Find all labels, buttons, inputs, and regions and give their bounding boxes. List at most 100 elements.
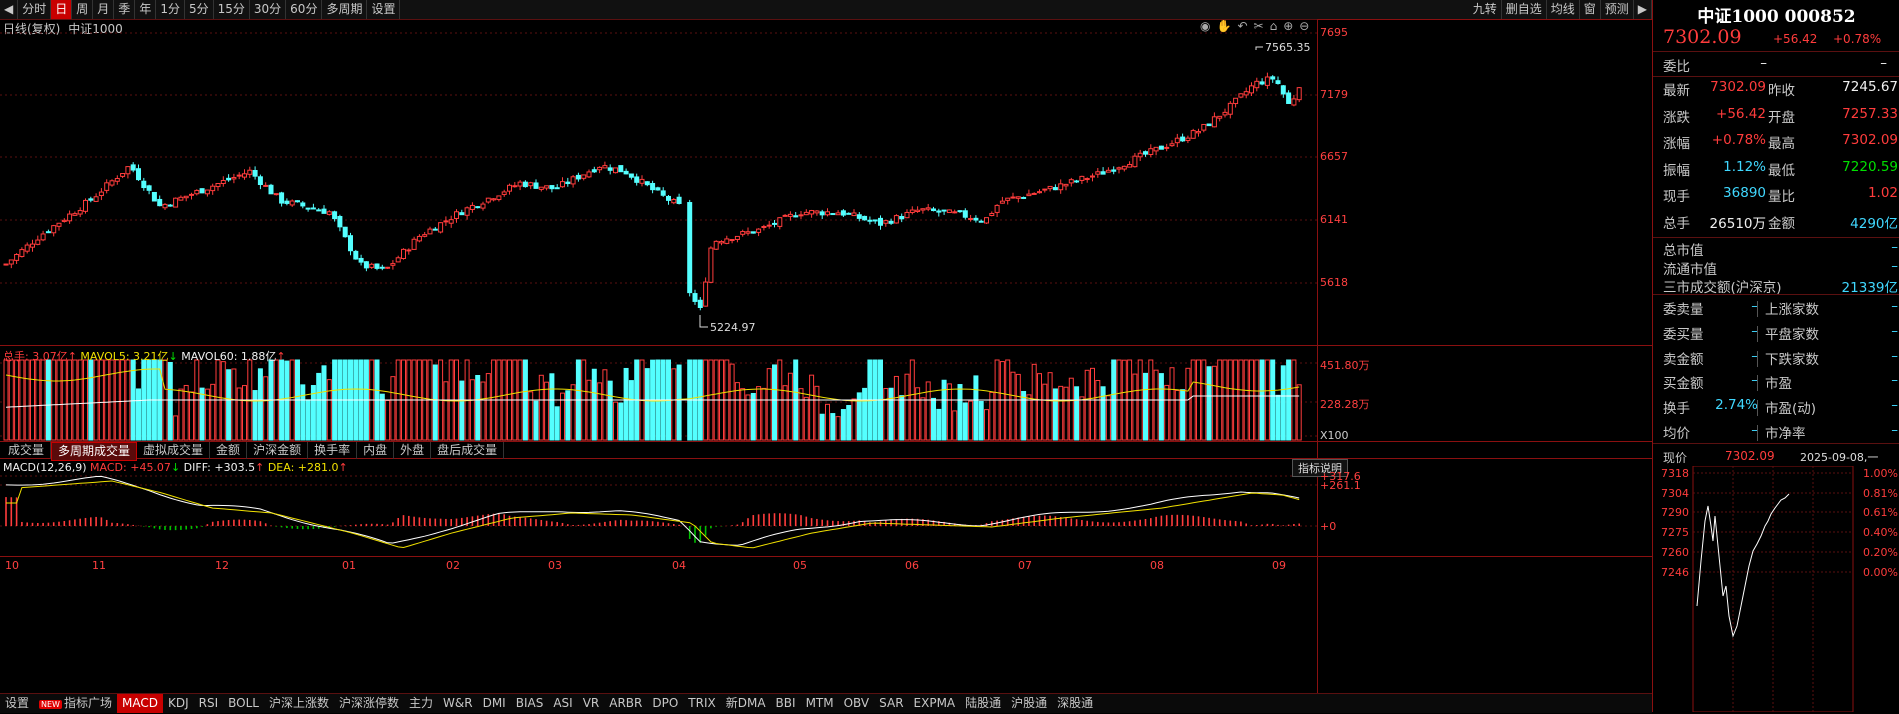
indicator-tab-1[interactable]: NEW 指标广场	[34, 694, 117, 713]
candle	[374, 263, 380, 271]
candle	[544, 185, 550, 191]
quote-value: 7245.67	[1842, 79, 1898, 95]
indicator-tab-14[interactable]: ARBR	[604, 694, 647, 713]
indicator-tab-7[interactable]: 沪深涨停数	[334, 694, 404, 713]
volume-bar	[236, 387, 242, 441]
quote-row: 振幅 1.12% 最低 7220.59	[1653, 159, 1899, 184]
indicator-tab-16[interactable]: TRIX	[683, 694, 720, 713]
market-label: 流通市值	[1663, 261, 1717, 278]
volume-bar	[14, 359, 20, 441]
kline-chart[interactable]	[0, 0, 1652, 693]
volume-tab-4[interactable]: 沪深金额	[247, 442, 309, 459]
candle	[639, 175, 645, 187]
candle	[1031, 192, 1037, 195]
indicator-tab-13[interactable]: VR	[578, 694, 605, 713]
volume-tab-7[interactable]: 外盘	[394, 442, 432, 459]
indicator-tab-8[interactable]: 主力	[404, 694, 438, 713]
volume-bar	[385, 399, 391, 441]
indicator-tab-18[interactable]: BBI	[771, 694, 801, 713]
volume-bar	[936, 408, 942, 441]
indicator-tab-2[interactable]: MACD	[116, 694, 163, 713]
indicator-tab-4[interactable]: RSI	[194, 694, 224, 713]
volume-tab-0[interactable]: 成交量	[2, 442, 52, 459]
candle	[719, 240, 724, 246]
intraday-pct-label: 0.20%	[1863, 546, 1898, 559]
macd-params: MACD(12,26,9)	[3, 461, 87, 474]
volume-bar	[570, 384, 576, 441]
candle	[750, 231, 756, 234]
candle	[279, 191, 285, 207]
volume-bar	[1190, 359, 1196, 441]
indicator-tab-22[interactable]: EXPMA	[909, 694, 961, 713]
volume-bar	[1105, 395, 1111, 441]
volume-bar	[734, 382, 740, 441]
candle	[390, 260, 396, 270]
candle	[909, 206, 915, 215]
candle	[1238, 93, 1244, 99]
indicator-tab-label: 指标广场	[63, 696, 112, 710]
volume-tab-5[interactable]: 换手率	[308, 442, 358, 459]
candle	[724, 235, 730, 245]
candle	[1254, 77, 1260, 92]
volume-tab-3[interactable]: 金额	[210, 442, 248, 459]
candle	[618, 165, 624, 173]
candle	[984, 217, 989, 224]
indicator-tab-24[interactable]: 沪股通	[1006, 694, 1052, 713]
candle	[634, 173, 640, 186]
quote-panel: 中证1000 000852 7302.09 +56.42 +0.78% 委比 –…	[1652, 0, 1899, 712]
volume-bar	[1233, 359, 1239, 441]
volume-bar	[920, 397, 926, 441]
volume-bar	[485, 373, 491, 441]
quote-row: 现手 36890 量比 1.02	[1653, 185, 1899, 210]
indicator-tab-11[interactable]: BIAS	[511, 694, 549, 713]
price-axis-label: 6657	[1320, 150, 1348, 163]
indicator-tab-17[interactable]: 新DMA	[721, 694, 771, 713]
volume-axis-unit: X100	[1320, 429, 1349, 442]
candle	[337, 214, 343, 232]
volume-bar	[1169, 367, 1175, 441]
intraday-pct-label: 1.00%	[1863, 467, 1898, 480]
indicator-tab-10[interactable]: DMI	[478, 694, 511, 713]
indicator-tab-12[interactable]: ASI	[548, 694, 577, 713]
volume-bar	[968, 400, 974, 441]
volume-tab-6[interactable]: 内盘	[357, 442, 395, 459]
quote-label: 量比	[1768, 189, 1795, 205]
volume-bar	[1201, 359, 1207, 441]
volume-tab-2[interactable]: 虚拟成交量	[137, 442, 211, 459]
indicator-tab-15[interactable]: DPO	[647, 694, 683, 713]
candle	[798, 211, 804, 220]
candle	[602, 161, 608, 169]
volume-tab-8[interactable]: 盘后成交量	[431, 442, 505, 459]
weibi-value: –	[1760, 55, 1767, 71]
indicator-tab-3[interactable]: KDJ	[163, 694, 194, 713]
stat-row: 卖金额 – 下跌家数 –	[1653, 348, 1899, 373]
quote-label: 振幅	[1663, 162, 1690, 179]
indicator-tab-9[interactable]: W&R	[438, 694, 478, 713]
intraday-chart[interactable]: 7318 1.00% 7304 0.81% 7290 0.61% 7275 0.40% 7260…	[1653, 466, 1899, 712]
volume-bar	[554, 406, 560, 441]
now-price: 7302.09	[1725, 449, 1775, 463]
quote-value: 7257.33	[1842, 105, 1898, 122]
volume-bar	[379, 393, 385, 441]
quote-value: +56.42	[1716, 105, 1766, 122]
indicator-tab-20[interactable]: OBV	[839, 694, 875, 713]
candle	[1058, 179, 1064, 194]
indicator-tab-label: SAR	[879, 696, 904, 710]
volume-tab-1[interactable]: 多周期成交量	[51, 442, 138, 461]
indicator-tab-21[interactable]: SAR	[874, 694, 908, 713]
indicator-tab-6[interactable]: 沪深上涨数	[264, 694, 334, 713]
indicator-tab-5[interactable]: BOLL	[223, 694, 264, 713]
volume-bar	[300, 384, 306, 441]
indicator-tab-23[interactable]: 陆股通	[960, 694, 1006, 713]
candle	[586, 169, 592, 178]
indicator-tab-0[interactable]: 设置	[0, 694, 34, 713]
candle	[581, 174, 587, 181]
candle	[422, 231, 428, 238]
indicator-tab-19[interactable]: MTM	[801, 694, 839, 713]
stat-label: 买金额	[1663, 376, 1704, 393]
volume-bar	[1174, 390, 1180, 441]
indicator-tab-25[interactable]: 深股通	[1052, 694, 1098, 713]
volume-bar	[803, 396, 809, 441]
candle	[1196, 128, 1201, 137]
candle	[348, 232, 353, 256]
